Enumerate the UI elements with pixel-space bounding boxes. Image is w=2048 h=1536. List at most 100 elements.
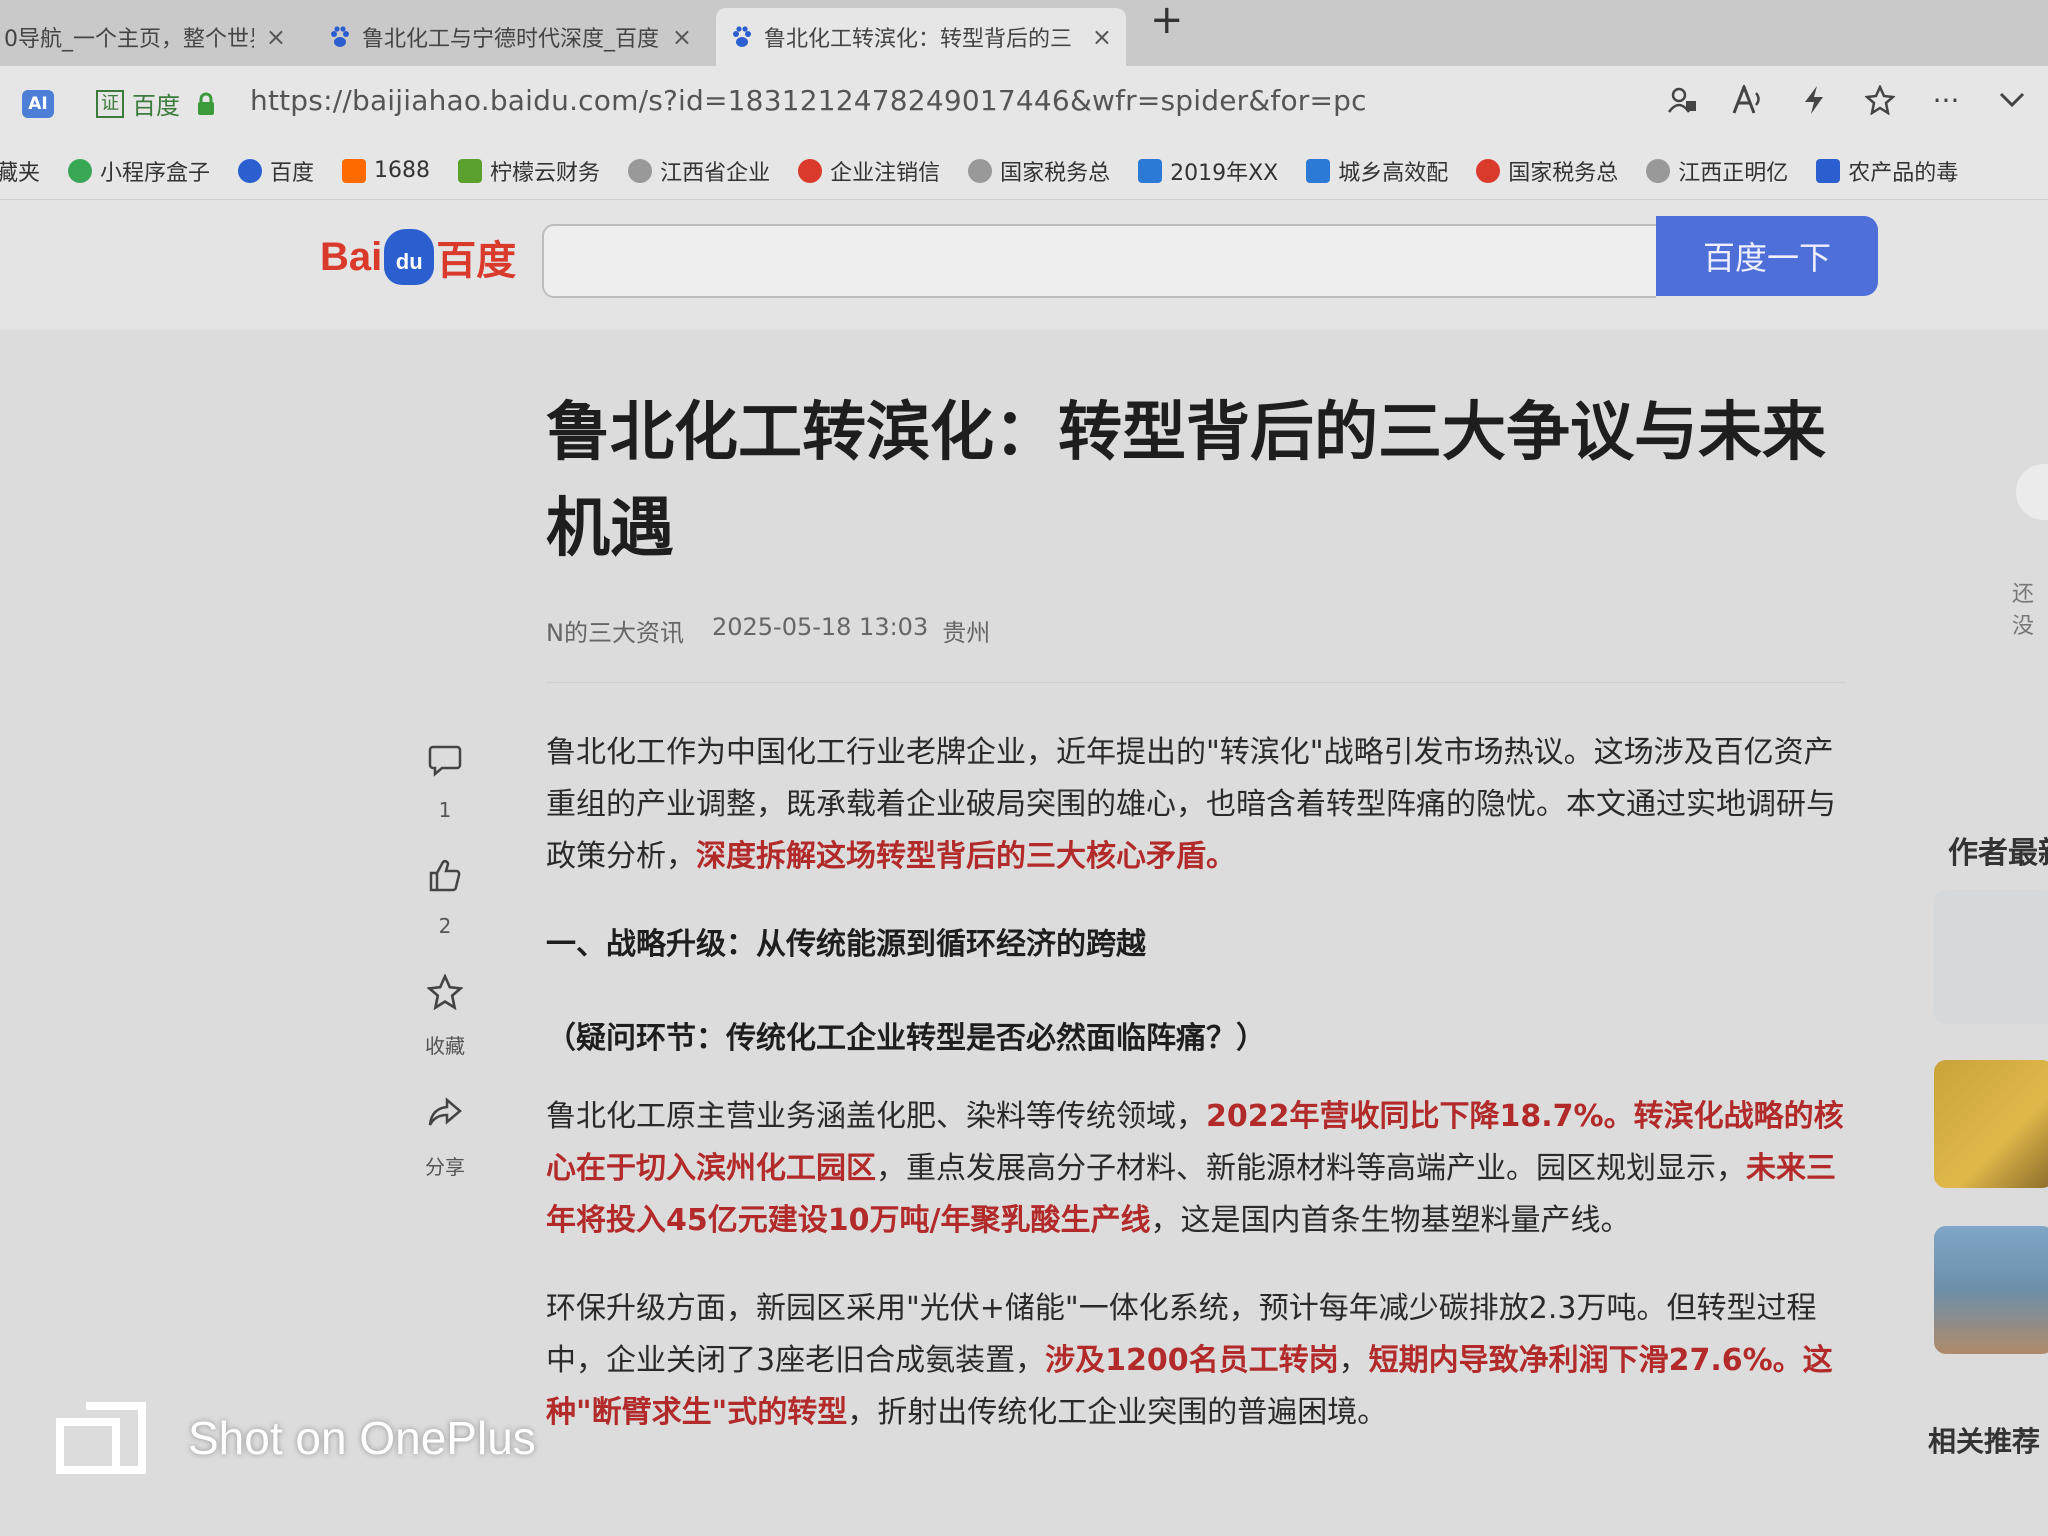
tab-0[interactable]: 0导航_一个主页，整个世界 × [0, 8, 300, 66]
bookmark-item[interactable]: 国家税务总 [1476, 155, 1618, 187]
globe-icon [628, 158, 653, 183]
address-bar: AI 证 百度 https://baijiahao.baidu.com/s?id… [0, 66, 2048, 142]
baidu-paw-icon [331, 26, 349, 47]
bookmark-label: 国家税务总 [1508, 160, 1619, 186]
search-button[interactable]: 百度一下 [1656, 216, 1878, 296]
thumbnail[interactable] [1934, 1226, 2048, 1354]
paragraph: 环保升级方面，新园区采用"光伏+储能"一体化系统，预计每年减少碳排放2.3万吨。… [546, 1283, 1846, 1439]
paragraph: 鲁北化工原主营业务涵盖化肥、染料等传统领域，2022年营收同比下降18.7%。转… [546, 1091, 1846, 1247]
more-icon[interactable]: ··· [1930, 82, 1962, 118]
favorite-label: 收藏 [425, 1034, 465, 1058]
bookmark-label: 柠檬云财务 [490, 160, 601, 186]
certificate-icon: 证 [96, 89, 124, 118]
bookmark-label: 江西正明亿 [1678, 160, 1789, 186]
new-tab-button[interactable]: + [1150, 0, 1184, 40]
scroll-button[interactable] [2016, 464, 2048, 520]
emblem-icon [1476, 158, 1501, 183]
author-name[interactable]: N的三大资讯 [546, 613, 684, 648]
article: 鲁北化工转滨化：转型背后的三大争议与未来机遇 N的三大资讯 2025-05-18… [546, 385, 1846, 1439]
bookmark-label: 企业注销信 [830, 160, 941, 186]
close-icon[interactable]: × [1092, 23, 1112, 51]
bookmark-label: 江西省企业 [660, 160, 771, 186]
bookmark-item[interactable]: 2019年XX [1138, 155, 1278, 187]
profile-lock-icon[interactable] [1666, 82, 1698, 118]
thumbnail[interactable] [1934, 890, 2048, 1024]
oneplus-logo-icon [56, 1402, 146, 1474]
paragraph-text: ，这是国内首条生物基塑料量产线。 [1150, 1203, 1631, 1238]
bookmark-label: 百度 [270, 160, 315, 186]
related-heading: 相关推荐 [1928, 1425, 2041, 1458]
paragraph-text: 鲁北化工原主营业务涵盖化肥、染料等传统领域， [546, 1099, 1206, 1134]
bookmark-item[interactable]: 藏夹 [0, 155, 40, 187]
bookmark-label: 1688 [374, 158, 431, 183]
emblem-icon [798, 158, 823, 183]
paragraph-text: ，重点发展高分子材料、新能源材料等高端产业。园区规划显示， [876, 1151, 1746, 1186]
baidu-paw-icon [733, 26, 751, 47]
like-button[interactable]: 2 [410, 856, 480, 938]
bookmark-item[interactable]: 城乡高效配 [1306, 155, 1448, 187]
watermark-text: Shot on OnePlus [188, 1412, 536, 1464]
sidebar-note: 还没 [2012, 582, 2035, 639]
bookmark-item[interactable]: 柠檬云财务 [458, 155, 600, 187]
document-icon [1306, 158, 1331, 183]
bookmark-icon [1816, 158, 1841, 183]
bookmark-item[interactable]: 百度 [238, 155, 314, 187]
baidu-paw-icon [238, 158, 263, 183]
search-input[interactable] [542, 224, 1656, 298]
paragraph: 鲁北化工作为中国化工行业老牌企业，近年提出的"转滨化"战略引发市场热议。这场涉及… [546, 727, 1846, 883]
star-icon[interactable] [1864, 82, 1896, 118]
tab-bar: 0导航_一个主页，整个世界 × 鲁北化工与宁德时代深度_百度 × 鲁北化工转滨化… [0, 0, 2048, 66]
bookmark-item[interactable]: 小程序盒子 [68, 155, 210, 187]
author-latest-heading: 作者最新 [1948, 836, 2048, 871]
bookmark-label: 小程序盒子 [100, 160, 211, 186]
comment-icon [425, 740, 465, 780]
globe-icon [1646, 158, 1671, 183]
thumbnail[interactable] [1934, 1060, 2048, 1188]
publish-time: 2025-05-18 13:03 [711, 613, 929, 641]
tab-1[interactable]: 鲁北化工与宁德时代深度_百度 × [314, 8, 706, 66]
bookmark-label: 农产品的毒 [1848, 160, 1959, 186]
chevron-down-icon[interactable] [1996, 82, 2028, 118]
paragraph-text: ，折射出传统化工企业突围的普遍困境。 [847, 1395, 1388, 1430]
bookmark-item[interactable]: 江西省企业 [628, 155, 770, 187]
bookmarks-bar: 藏夹 小程序盒子 百度 1688 柠檬云财务 江西省企业 企业注销信 国家税务总… [0, 142, 2048, 200]
baidu-header: Bai du 百度 百度一下 [0, 200, 2048, 330]
highlight-text: 深度拆解这场转型背后的三大核心矛盾。 [696, 839, 1236, 874]
tab-2[interactable]: 鲁北化工转滨化：转型背后的三 × [716, 8, 1126, 66]
bookmark-item[interactable]: 江西正明亿 [1646, 155, 1788, 187]
share-button[interactable]: 分享 [410, 1093, 480, 1180]
logo-text-cn: 百度 [436, 239, 517, 283]
comment-button[interactable]: 1 [410, 740, 480, 822]
bookmark-item[interactable]: 企业注销信 [798, 155, 940, 187]
bookmark-icon [68, 158, 93, 183]
close-icon[interactable]: × [266, 23, 286, 51]
baidu-logo[interactable]: Bai du 百度 [320, 228, 516, 286]
globe-icon [968, 158, 993, 183]
read-aloud-icon[interactable] [1732, 82, 1764, 118]
bookmark-label: 2019年XX [1170, 160, 1279, 186]
site-identity[interactable]: 证 百度 [96, 86, 180, 121]
location: 贵州 [942, 619, 991, 647]
paragraph-text: ， [1338, 1343, 1369, 1378]
ai-icon[interactable]: AI [22, 90, 54, 118]
baidu-paw-icon: du [384, 229, 435, 285]
right-sidebar: 还没 作者最新 相关推荐 [1920, 380, 2048, 1536]
bookmark-item[interactable]: 农产品的毒 [1816, 155, 1958, 187]
address-toolbar: ··· [1666, 82, 2028, 118]
close-icon[interactable]: × [672, 23, 692, 51]
lightning-icon[interactable] [1798, 82, 1830, 118]
url-input[interactable]: https://baijiahao.baidu.com/s?id=1831212… [250, 84, 1367, 117]
favorite-button[interactable]: 收藏 [410, 972, 480, 1059]
tab-label: 鲁北化工转滨化：转型背后的三 [764, 27, 1073, 52]
divider [546, 682, 1846, 683]
bookmark-label: 城乡高效配 [1338, 160, 1449, 186]
site-label: 百度 [132, 92, 180, 120]
document-icon [1138, 158, 1163, 183]
article-actions: 1 2 收藏 分享 [410, 740, 480, 1214]
bookmark-item[interactable]: 1688 [342, 158, 430, 183]
like-count: 2 [438, 914, 452, 938]
logo-text: Bai [320, 234, 383, 279]
bookmark-item[interactable]: 国家税务总 [968, 155, 1110, 187]
section-heading: 一、战略升级：从传统能源到循环经济的跨越 [546, 927, 1146, 962]
lock-icon [198, 92, 214, 115]
